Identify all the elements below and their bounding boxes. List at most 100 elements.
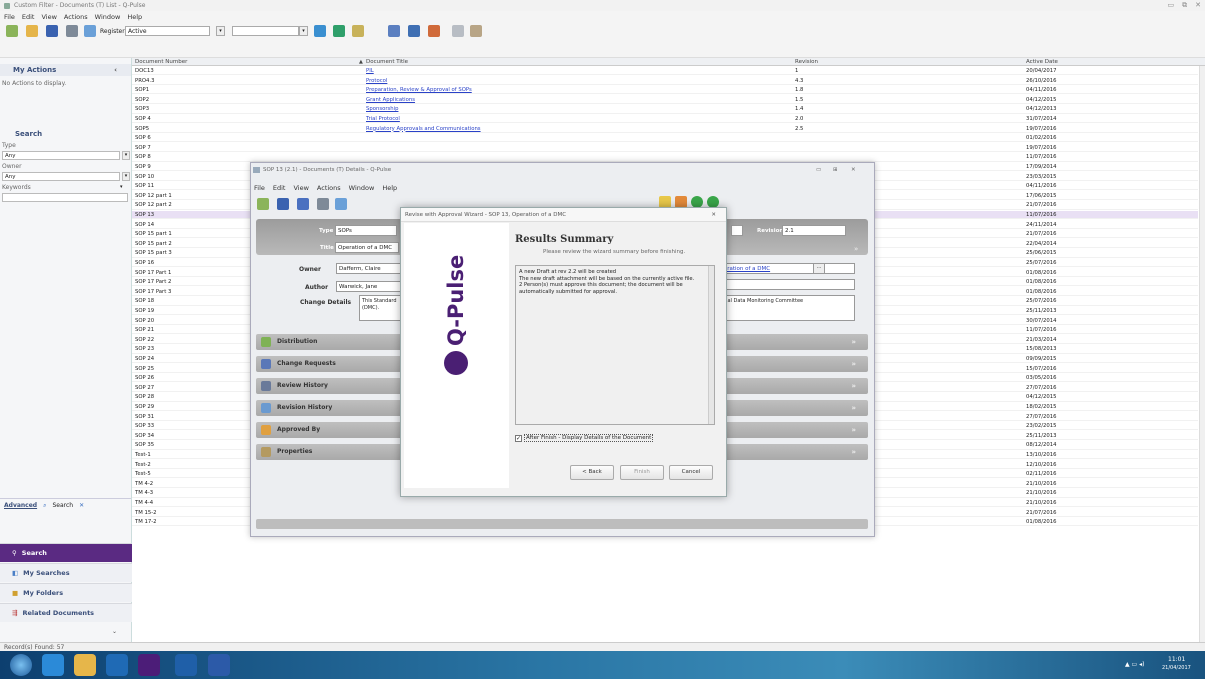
display-details-option[interactable]: ✓ After Finish - Display Details of the … <box>515 434 654 442</box>
doc-title-cell[interactable]: Protocol <box>366 77 387 85</box>
nav-my-folders[interactable]: ■ My Folders <box>0 583 132 602</box>
back-button[interactable]: < Back <box>570 465 614 480</box>
secondary-field[interactable] <box>713 279 855 290</box>
owner-field[interactable]: Dafferm, Claire <box>336 263 402 274</box>
nav-search[interactable]: ⚲ Search <box>0 543 132 562</box>
details-preview-icon[interactable] <box>335 198 347 210</box>
type-dropdown-icon[interactable]: ▾ <box>122 151 130 160</box>
keywords-dropdown-icon[interactable]: ▾ <box>120 184 123 190</box>
details-grid-icon[interactable] <box>277 198 289 210</box>
owner-dropdown-icon[interactable]: ▾ <box>122 172 130 181</box>
search-link[interactable]: Search <box>52 502 73 509</box>
summary-scrollbar[interactable] <box>708 266 714 424</box>
doc-title-cell[interactable]: Preparation, Review & Approval of SOPs <box>366 86 472 94</box>
list-scrollbar[interactable] <box>1199 66 1205 642</box>
register-select[interactable]: Active <box>125 26 210 36</box>
media-player-icon[interactable] <box>106 654 128 676</box>
doc-title-cell[interactable]: Grant Applications <box>366 96 415 104</box>
grid-icon[interactable] <box>46 25 58 37</box>
start-button-icon[interactable] <box>10 654 32 676</box>
word-icon[interactable] <box>208 654 230 676</box>
menu-file[interactable]: File <box>4 13 15 21</box>
outlook-icon[interactable] <box>175 654 197 676</box>
restore-icon[interactable]: ⧉ <box>1182 1 1187 10</box>
title-field[interactable]: Operation of a DMC <box>335 242 399 253</box>
menu-help[interactable]: Help <box>127 13 142 21</box>
details-menu-file[interactable]: File <box>254 184 265 192</box>
table-icon[interactable] <box>352 25 364 37</box>
filter-select[interactable] <box>232 26 299 36</box>
preview-icon[interactable] <box>84 25 96 37</box>
col-revision[interactable]: Revision <box>795 59 818 65</box>
details-menu-help[interactable]: Help <box>382 184 397 192</box>
details-print-icon[interactable] <box>317 198 329 210</box>
menu-edit[interactable]: Edit <box>22 13 35 21</box>
revision-field[interactable]: 2.1 <box>782 225 846 236</box>
new-document-icon[interactable] <box>6 25 18 37</box>
file-explorer-icon[interactable] <box>74 654 96 676</box>
nav-more-icon[interactable]: ⌄ <box>112 628 117 635</box>
table-row[interactable]: SOP1 Preparation, Review & Approval of SO… <box>132 86 1198 95</box>
table-row[interactable]: SOP5 Regulatory Approvals and Communicati… <box>132 125 1198 133</box>
details-minimize-icon[interactable]: ▭ <box>816 163 821 177</box>
details-menu-window[interactable]: Window <box>349 184 375 192</box>
q-pulse-taskbar-icon[interactable] <box>138 654 160 676</box>
user-icon[interactable] <box>470 25 482 37</box>
col-document-number[interactable]: Document Number <box>135 59 187 65</box>
nav-my-searches[interactable]: ◧ My Searches <box>0 563 132 582</box>
filter-dropdown-icon[interactable]: ▾ <box>299 26 308 36</box>
browse-button[interactable]: ··· <box>813 263 825 274</box>
details-save-icon[interactable] <box>297 198 309 210</box>
minimize-icon[interactable]: ▭ <box>1168 1 1175 10</box>
nav-related-documents[interactable]: ⇶ Related Documents <box>0 603 132 622</box>
details-new-icon[interactable] <box>257 198 269 210</box>
details-maximize-icon[interactable]: ⊞ <box>833 163 838 177</box>
type-field[interactable]: SOPs <box>335 225 397 236</box>
table-row[interactable]: SOP3 Sponsorship 1.4 04/12/2013 <box>132 105 1198 114</box>
menu-actions[interactable]: Actions <box>64 13 88 21</box>
details-header-extra-field[interactable] <box>731 225 743 236</box>
details-menu-edit[interactable]: Edit <box>273 184 286 192</box>
table-row[interactable]: DOC13 PIL 1 20/04/2017 <box>132 67 1198 76</box>
display-details-checkbox[interactable]: ✓ <box>515 434 522 442</box>
details-menu-actions[interactable]: Actions <box>317 184 341 192</box>
print-icon[interactable] <box>66 25 78 37</box>
doc-title-cell[interactable]: Sponsorship <box>366 105 398 113</box>
menu-window[interactable]: Window <box>95 13 121 21</box>
wizard-close-icon[interactable]: ✕ <box>711 208 716 222</box>
refresh-icon[interactable] <box>428 25 440 37</box>
owner-select[interactable]: Any <box>2 172 120 181</box>
table-row[interactable]: SOP 6 01/02/2016 <box>132 134 1198 143</box>
doc-title-cell[interactable]: PIL <box>366 67 374 75</box>
table-row[interactable]: SOP 4 Trial Protocol 2.0 31/07/2014 <box>132 115 1198 124</box>
register-dropdown-icon[interactable]: ▾ <box>216 26 225 36</box>
close-icon[interactable]: ✕ <box>1195 1 1201 10</box>
col-active-date[interactable]: Active Date <box>1026 59 1058 65</box>
finish-button[interactable]: Finish <box>620 465 664 480</box>
menu-view[interactable]: View <box>41 13 56 21</box>
change-details-field[interactable]: This Standard (DMC). <box>359 295 402 321</box>
table-row[interactable]: SOP 8 11/07/2016 <box>132 153 1198 162</box>
export-icon[interactable] <box>314 25 326 37</box>
author-field[interactable]: Warwick, Jane <box>336 281 402 292</box>
description-field[interactable]: al trial Data Monitoring Committee <box>713 295 855 321</box>
related-link-field[interactable]: Operation of a DMC <box>713 263 855 274</box>
collapse-icon[interactable]: ‹ <box>114 64 117 76</box>
table-row[interactable]: SOP2 Grant Applications 1.5 04/12/2015 <box>132 96 1198 104</box>
tray-icons[interactable]: ▲ ▭ ◂) <box>1125 661 1144 668</box>
header-collapse-icon[interactable]: » <box>854 245 858 253</box>
doc-title-cell[interactable]: Regulatory Approvals and Communications <box>366 125 481 133</box>
sort-icon[interactable] <box>388 25 400 37</box>
details-menu-view[interactable]: View <box>293 184 308 192</box>
doc-title-cell[interactable]: Trial Protocol <box>366 115 400 123</box>
table-row[interactable]: SOP 7 19/07/2016 <box>132 144 1198 152</box>
type-select[interactable]: Any <box>2 151 120 160</box>
layout-icon[interactable] <box>408 25 420 37</box>
open-folder-icon[interactable] <box>26 25 38 37</box>
details-close-icon[interactable]: ✕ <box>851 163 856 177</box>
cancel-button[interactable]: Cancel <box>669 465 713 480</box>
link-icon[interactable] <box>452 25 464 37</box>
browser-icon[interactable] <box>42 654 64 676</box>
advanced-link[interactable]: Advanced <box>4 502 37 509</box>
keywords-input[interactable] <box>2 193 128 202</box>
